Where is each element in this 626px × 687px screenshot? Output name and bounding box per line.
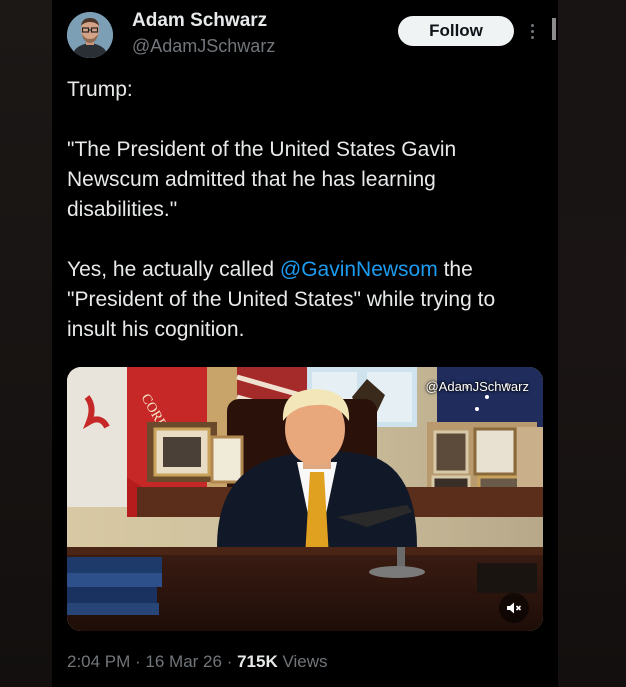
tweet-card: Adam Schwarz @AdamJSchwarz Follow Trump:… — [52, 0, 558, 687]
more-options-icon[interactable] — [526, 18, 538, 44]
follow-button[interactable]: Follow — [398, 16, 514, 46]
tweet-comment: Yes, he actually called @GavinNewsom the… — [67, 255, 547, 345]
tweet-metadata: 2:04 PM · 16 Mar 26 · 715K Views — [67, 652, 327, 672]
scroll-edge-bar — [552, 18, 556, 40]
video-watermark: @AdamJSchwarz — [425, 379, 529, 394]
video-player[interactable]: CORPS @AdamJSchwarz — [67, 367, 543, 631]
mute-button[interactable] — [499, 593, 529, 623]
muted-speaker-icon — [507, 602, 522, 614]
author-display-name[interactable]: Adam Schwarz — [132, 10, 267, 32]
tweet-text: Trump: "The President of the United Stat… — [67, 75, 547, 345]
avatar[interactable] — [67, 12, 113, 58]
mention-link[interactable]: @GavinNewsom — [280, 258, 438, 281]
video-frame-image: CORPS — [67, 367, 543, 631]
backdrop-right — [556, 0, 626, 687]
tweet-time[interactable]: 2:04 PM — [67, 652, 130, 671]
meta-separator: · — [130, 652, 146, 671]
tweet-line-speaker: Trump: — [67, 78, 133, 101]
meta-separator: · — [221, 652, 238, 671]
views-label: Views — [277, 652, 328, 671]
avatar-portrait-icon — [67, 12, 113, 58]
tweet-date[interactable]: 16 Mar 26 — [145, 652, 222, 671]
tweet-quote: "The President of the United States Gavi… — [67, 138, 457, 221]
backdrop-left — [0, 0, 52, 687]
views-count[interactable]: 715K — [237, 652, 278, 671]
tweet-comment-before: Yes, he actually called — [67, 258, 280, 281]
author-handle[interactable]: @AdamJSchwarz — [132, 36, 275, 57]
